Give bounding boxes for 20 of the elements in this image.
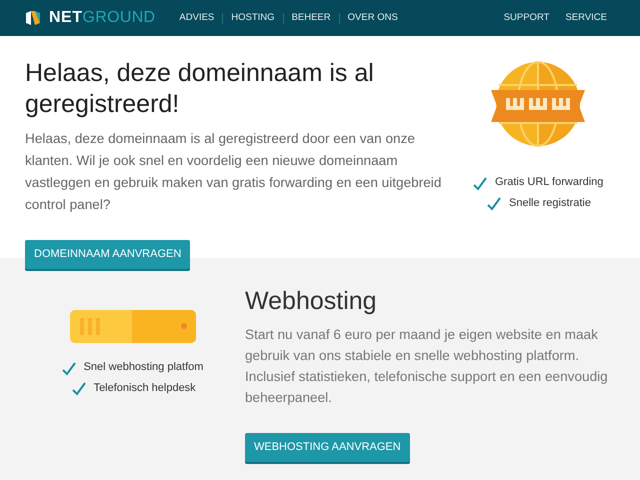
nav-link[interactable]: SERVICE [565, 10, 607, 26]
section-heading: Webhosting [245, 286, 378, 316]
description-text: Start nu vanaf 6 euro per maand je eigen website en maak gebruik van ons stabiele en snelle webhosting platform. Inclusief statistieken, telefonische support en een eenvoudig beheerpaneel. [245, 326, 609, 407]
feature-text: Gratis URL forwarding [495, 175, 604, 190]
nav-link[interactable]: SUPPORT [504, 10, 550, 26]
page-heading: Helaas, deze domeinnaam is al geregistreerd! [25, 58, 375, 120]
nav-link[interactable]: BEHEER [292, 10, 331, 26]
check-icon [473, 176, 487, 190]
check-icon [487, 197, 501, 211]
server-icon [70, 310, 196, 343]
nav-link[interactable]: HOSTING [231, 10, 275, 26]
feature-text: Telefonisch helpdesk [94, 380, 196, 396]
feature-text: Snelle registratie [509, 196, 591, 210]
nav-link[interactable]: ADVIES [179, 10, 214, 26]
feature-text: Snel webhosting platfom [84, 360, 204, 375]
check-icon [62, 362, 76, 376]
check-icon [72, 382, 86, 396]
nav-link[interactable]: OVER ONS [348, 10, 398, 26]
description-text: Helaas, deze domeinnaam is al geregistreerd door een van onze klanten. Wil je ook snel en voordelig een nieuwe domeinnaam vastleggen en gebruik maken van gratis forwarding en een uitgebreid control panel? [25, 130, 442, 214]
logo[interactable]: NETGROUND [25, 6, 156, 30]
